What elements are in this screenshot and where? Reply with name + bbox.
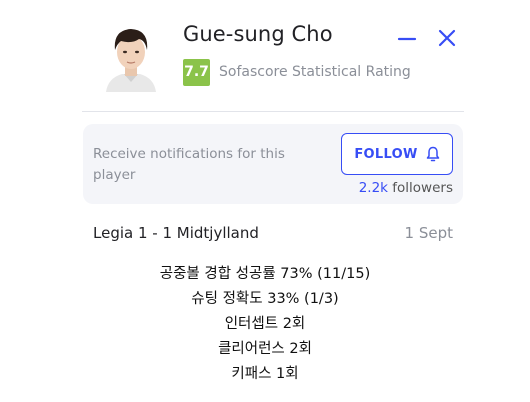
notifications-panel: Receive notifications for this player FO… bbox=[83, 124, 463, 204]
minimize-button[interactable] bbox=[395, 26, 419, 50]
followers-number: 2.2k bbox=[358, 180, 388, 196]
player-header: Gue-sung Cho 7.7 Sofascore Statistical R… bbox=[82, 0, 464, 112]
close-icon bbox=[438, 29, 456, 47]
player-avatar bbox=[104, 20, 158, 92]
stat-line: 인터셉트 2회 bbox=[224, 316, 306, 332]
follow-button[interactable]: FOLLOW bbox=[341, 133, 453, 175]
notifications-text: Receive notifications for this player bbox=[93, 146, 285, 183]
stat-line: 공중볼 경합 성공률 73% (11/15) bbox=[159, 266, 371, 282]
followers-count: 2.2k followers bbox=[359, 180, 453, 196]
minimize-icon bbox=[397, 37, 417, 41]
match-date: 1 Sept bbox=[404, 224, 453, 242]
rating-badge: 7.7 bbox=[183, 58, 210, 86]
match-row[interactable]: Legia 1 - 1 Midtjylland 1 Sept bbox=[93, 224, 453, 246]
stat-line: 클리어런스 2회 bbox=[218, 341, 312, 357]
stats-list: 공중볼 경합 성공률 73% (11/15) 슈팅 정확도 33% (1/3) … bbox=[0, 262, 530, 387]
bell-icon bbox=[426, 146, 439, 162]
match-name: Legia 1 - 1 Midtjylland bbox=[93, 224, 259, 242]
stat-line: 키패스 1회 bbox=[231, 366, 299, 382]
player-name: Gue-sung Cho bbox=[183, 22, 333, 46]
stat-line: 슈팅 정확도 33% (1/3) bbox=[191, 291, 339, 307]
player-popup-card: Gue-sung Cho 7.7 Sofascore Statistical R… bbox=[0, 0, 530, 402]
follow-label: FOLLOW bbox=[354, 146, 418, 162]
rating-row: 7.7 Sofascore Statistical Rating bbox=[183, 58, 411, 86]
rating-label: Sofascore Statistical Rating bbox=[219, 64, 411, 80]
close-button[interactable] bbox=[435, 26, 459, 50]
followers-label: followers bbox=[392, 180, 453, 196]
